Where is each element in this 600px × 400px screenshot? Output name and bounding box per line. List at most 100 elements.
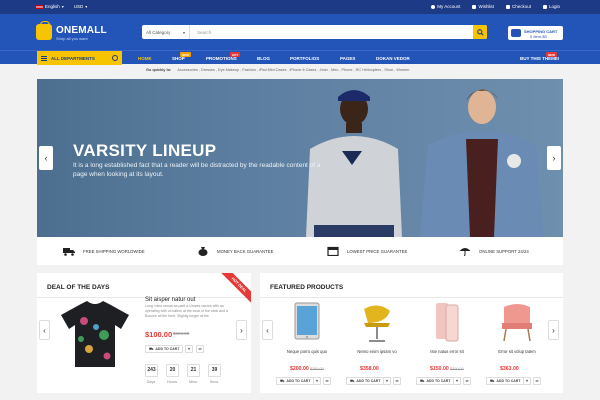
countdown-mins: 21 (187, 364, 200, 377)
my-account-link[interactable]: My Account (431, 4, 460, 9)
truck-icon (63, 248, 75, 256)
language-selector[interactable]: English ▾ (36, 4, 64, 9)
wishlist-link[interactable]: Wishlist (472, 4, 494, 9)
calendar-icon (327, 246, 339, 256)
nav-home[interactable]: HOME (138, 56, 152, 61)
product-old-price: $250.00 (310, 367, 324, 371)
chevron-right-icon: › (552, 326, 555, 335)
chevron-left-icon: ‹ (43, 326, 46, 335)
logo-tagline: Shop all you want (56, 36, 88, 41)
featured-prev-arrow[interactable]: ‹ (262, 320, 273, 340)
nav-shop[interactable]: SHOP NEW (172, 52, 191, 61)
shopping-bag-logo-icon[interactable] (36, 21, 52, 40)
deal-section-title: DEAL OF THE DAYS (47, 284, 110, 291)
deal-add-to-cart-button[interactable]: ⛟ ADD TO CART (145, 345, 184, 353)
add-to-cart-button[interactable]: ⛟ ADD TO CART (486, 377, 525, 385)
new-badge: NEW (180, 52, 191, 57)
product-name[interactable]: Error sit volup tatem (486, 349, 548, 354)
compare-button[interactable]: ⇄ (533, 377, 541, 385)
user-icon (431, 4, 436, 9)
new-badge: NEW (546, 52, 557, 57)
nav-blog[interactable]: BLOG (257, 56, 270, 61)
feature-online-support: ONLINE SUPPORT 24/24 (459, 246, 529, 256)
checkout-link[interactable]: Checkout (505, 4, 531, 9)
model-in-denim-jacket-image (420, 89, 544, 237)
circle-arrow-icon (112, 55, 118, 61)
cart-value: 0 Item-$0 (530, 33, 547, 39)
countdown-secs: 39 (208, 364, 221, 377)
wishlist-button[interactable]: ♥ (453, 377, 461, 385)
feature-free-shipping: FREE SHIPPING WORLDWIDE (63, 246, 145, 256)
yellow-chair-product-image[interactable] (356, 301, 398, 345)
product-old-price: $200.00 (450, 367, 464, 371)
quick-links: Go quickly to: Accessories , Dresses , Ey… (146, 68, 410, 72)
product-price: $200.00 (290, 366, 309, 372)
lock-icon (542, 4, 547, 9)
divider (37, 297, 251, 298)
featured-products-panel: FEATURED PRODUCTS ‹ › Neque porro quis q… (260, 273, 563, 393)
search-bar: All Category ▾ (142, 25, 487, 39)
model-in-sweatshirt-image (306, 90, 402, 237)
heart-icon: ♥ (455, 378, 459, 383)
compare-button[interactable]: ⇄ (463, 377, 471, 385)
printed-tshirt-image[interactable] (59, 301, 131, 367)
banner-next-arrow[interactable]: › (547, 146, 561, 170)
all-departments-button[interactable]: ALL DEPARTMENTS (37, 51, 122, 65)
nav-pages[interactable]: PAGES (340, 56, 355, 61)
heart-icon: ♥ (525, 378, 529, 383)
nav-dokan-vedor[interactable]: DOKAN VEDOR (376, 56, 410, 61)
quick-links-list[interactable]: Accessories , Dresses , Eye Makeup , Fas… (177, 68, 409, 72)
phone-product-image[interactable] (426, 301, 468, 345)
hot-deal-ribbon: HOT DEAL (220, 273, 251, 304)
add-to-cart-button[interactable]: ⛟ ADD TO CART (346, 377, 385, 385)
compare-button[interactable]: ⇄ (196, 345, 204, 353)
product-price: $363.00 (500, 366, 519, 372)
product-name[interactable]: Nemo enim ipsam vo (346, 349, 408, 354)
tablet-product-image[interactable] (286, 301, 328, 345)
product-name[interactable]: Neque porro quis quo (276, 349, 338, 354)
nav-promotions[interactable]: PROMOTIONS HOT (206, 52, 241, 61)
compare-button[interactable]: ⇄ (393, 377, 401, 385)
nav-buy-theme[interactable]: BUY THIS THEME! NEW (520, 52, 559, 61)
money-bag-icon (198, 247, 208, 256)
logo-text[interactable]: ONEMALL (56, 25, 107, 36)
product-price: $150.00 (430, 366, 449, 372)
add-to-cart-button[interactable]: ⛟ ADD TO CART (276, 377, 315, 385)
compare-icon: ⇄ (535, 378, 539, 383)
deal-product-description: Long i diea nenda sa parit a Uroces rami… (145, 304, 228, 318)
chevron-right-icon: › (552, 153, 556, 163)
banner-prev-arrow[interactable]: ‹ (39, 146, 53, 170)
currency-selector[interactable]: USD ▾ (74, 4, 88, 9)
countdown-hours-label: Hours (166, 380, 178, 384)
deal-prev-arrow[interactable]: ‹ (39, 320, 50, 340)
countdown-secs-label: Secs (209, 380, 219, 384)
search-icon (476, 28, 484, 36)
shopping-cart-button[interactable]: SHOPPING CART 0 Item-$0 (508, 26, 563, 40)
chevron-left-icon: ‹ (44, 153, 48, 163)
compare-icon: ⇄ (325, 378, 329, 383)
compare-button[interactable]: ⇄ (323, 377, 331, 385)
wishlist-button[interactable]: ♥ (313, 377, 321, 385)
header: ONEMALL Shop all you want All Category ▾ … (0, 14, 600, 50)
deal-old-price: $300.00 (173, 331, 190, 336)
pink-armchair-product-image[interactable] (496, 301, 538, 345)
compare-icon: ⇄ (465, 378, 469, 383)
product-name[interactable]: Iste natus error sit (416, 349, 478, 354)
feature-money-back: MONEY BACK GUARANTEE (197, 246, 274, 256)
wishlist-button[interactable]: ♥ (185, 345, 193, 353)
wishlist-button[interactable]: ♥ (383, 377, 391, 385)
add-to-cart-button[interactable]: ⛟ ADD TO CART (416, 377, 455, 385)
countdown-days: 243 (145, 364, 158, 377)
deal-product-name[interactable]: Sit aisper natur out (145, 297, 195, 303)
featured-next-arrow[interactable]: › (548, 320, 559, 340)
search-input[interactable] (194, 25, 464, 39)
search-button[interactable] (473, 25, 487, 39)
login-link[interactable]: Login (542, 4, 560, 9)
nav-portfolios[interactable]: PORTFOLIOS (290, 56, 319, 61)
search-category-select[interactable]: All Category ▾ (142, 25, 190, 39)
countdown-hours: 20 (166, 364, 179, 377)
check-icon (505, 4, 510, 9)
wishlist-button[interactable]: ♥ (523, 377, 531, 385)
deal-next-arrow[interactable]: › (236, 320, 247, 340)
hero-banner: VARSITY LINEUP It is a long established … (37, 79, 563, 237)
